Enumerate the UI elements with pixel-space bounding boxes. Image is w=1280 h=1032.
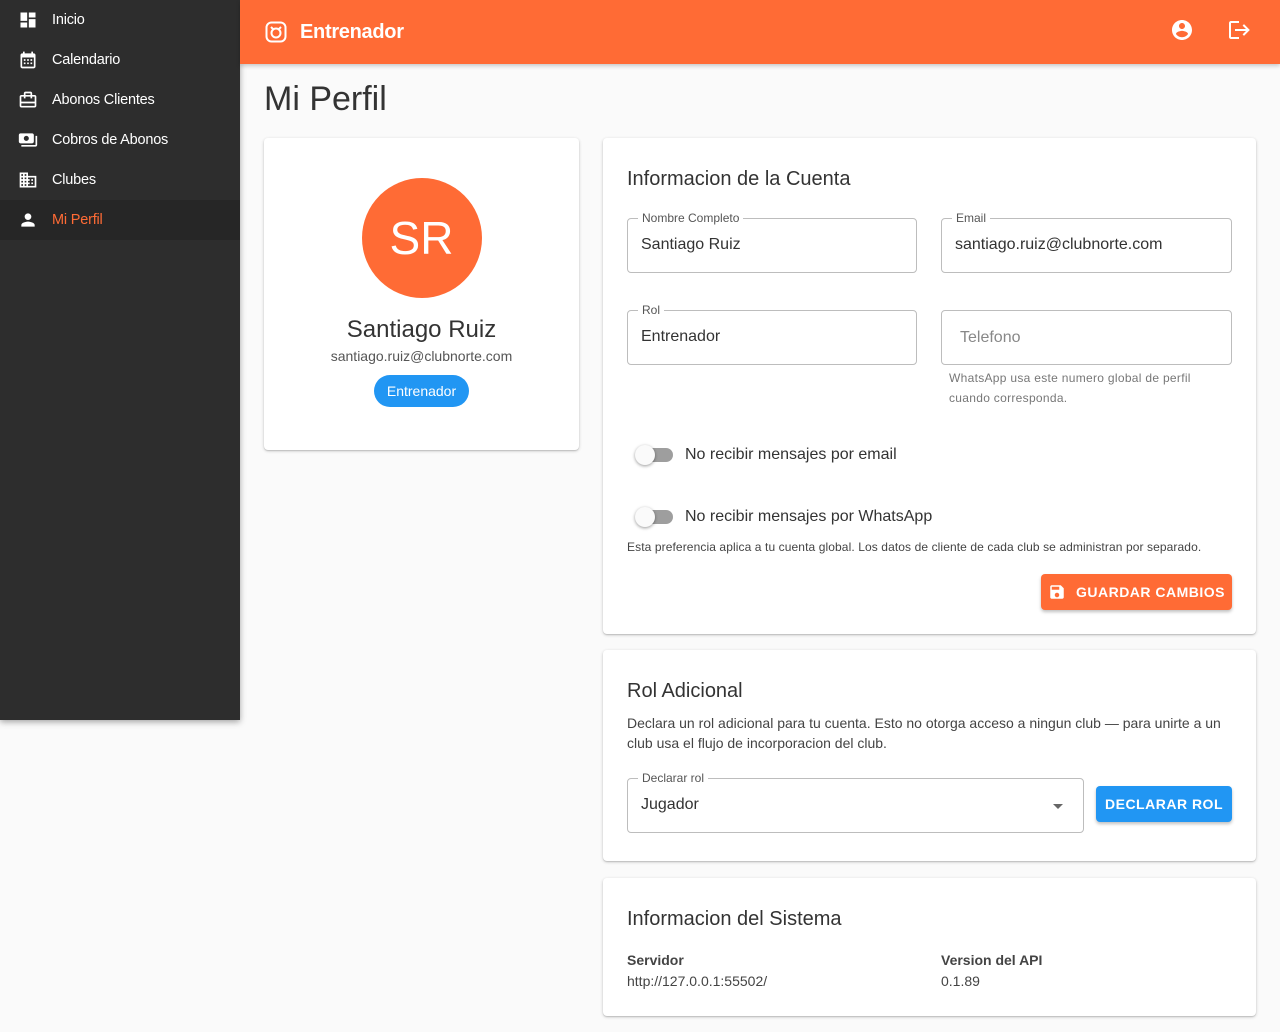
sidebar-item-label: Clubes — [52, 172, 96, 188]
sidebar-item-label: Mi Perfil — [52, 212, 103, 228]
declare-role-label: Declarar rol — [638, 771, 709, 785]
email-label: Email — [952, 211, 991, 225]
sidebar-item-cobros-abonos[interactable]: Cobros de Abonos — [0, 120, 240, 160]
app-bar: Entrenador — [240, 0, 1280, 64]
phone-placeholder: Telefono — [960, 329, 1021, 346]
logout-icon — [1226, 18, 1250, 47]
sidebar-item-label: Cobros de Abonos — [52, 132, 169, 148]
person-icon — [18, 210, 38, 230]
declare-role-button-label: DECLARAR ROL — [1105, 796, 1223, 812]
phone-helper-line: WhatsApp usa este numero global de perfi… — [949, 371, 1191, 385]
full-name-value: Santiago Ruiz — [641, 236, 741, 253]
save-changes-label: GUARDAR CAMBIOS — [1075, 584, 1226, 600]
email-field[interactable]: Email santiago.ruiz@clubnorte.com — [941, 211, 1232, 273]
profile-card: SR Santiago Ruiz santiago.ruiz@clubnorte… — [264, 138, 579, 450]
account-button[interactable] — [1162, 12, 1202, 52]
email-opt-out-switch[interactable] — [635, 445, 675, 465]
system-card-title: Informacion del Sistema — [627, 908, 842, 930]
whatsapp-opt-out-label: No recibir mensajes por WhatsApp — [685, 508, 933, 525]
payments-icon — [18, 130, 38, 150]
email-opt-out-toggle[interactable]: No recibir mensajes por email — [635, 445, 897, 465]
sidebar-item-inicio[interactable]: Inicio — [0, 0, 240, 40]
profile-name: Santiago Ruiz — [346, 316, 497, 343]
save-icon — [1050, 585, 1064, 599]
profile-email: santiago.ruiz@clubnorte.com — [330, 348, 513, 364]
sidebar-item-label: Calendario — [52, 52, 121, 68]
email-opt-out-label: No recibir mensajes por email — [685, 446, 897, 463]
sidebar-item-calendario[interactable]: Calendario — [0, 40, 240, 80]
calendar-icon — [18, 50, 38, 70]
role-label: Rol — [638, 303, 665, 317]
system-info-card: Informacion del Sistema Servidor http://… — [603, 878, 1256, 1016]
building-icon — [18, 170, 38, 190]
sidebar-item-label: Inicio — [52, 12, 85, 28]
sidebar-item-label: Abonos Clientes — [52, 92, 155, 108]
page-title: Mi Perfil — [264, 80, 387, 118]
api-version-value: 0.1.89 — [941, 973, 980, 989]
sidebar-item-abonos-clientes[interactable]: Abonos Clientes — [0, 80, 240, 120]
phone-field[interactable]: Telefono — [941, 310, 1232, 365]
save-changes-button[interactable]: GUARDAR CAMBIOS — [1041, 574, 1232, 610]
server-value: http://127.0.0.1:55502/ — [627, 973, 768, 989]
extra-role-description: Declara un rol adicional para tu cuenta.… — [627, 715, 1221, 751]
whatsapp-opt-out-switch[interactable] — [635, 507, 675, 527]
role-value: Entrenador — [641, 328, 721, 345]
email-value: santiago.ruiz@clubnorte.com — [955, 236, 1163, 253]
account-info-card: Informacion de la Cuenta Nombre Completo… — [603, 138, 1256, 634]
role-field: Rol Entrenador — [627, 303, 917, 365]
extra-role-card: Rol Adicional Declara un rol adicional p… — [603, 650, 1256, 861]
logout-button[interactable] — [1218, 12, 1258, 52]
whatsapp-opt-out-toggle[interactable]: No recibir mensajes por WhatsApp — [635, 507, 932, 527]
declare-role-button[interactable]: DECLARAR ROL — [1096, 786, 1232, 822]
phone-helper-text: WhatsApp usa este numero global de perfi… — [949, 368, 1191, 408]
chevron-down-icon — [1053, 804, 1063, 809]
full-name-label: Nombre Completo — [638, 211, 744, 225]
dashboard-icon — [18, 10, 38, 30]
sidebar-item-clubes[interactable]: Clubes — [0, 160, 240, 200]
app-title: Entrenador — [300, 20, 404, 43]
avatar: SR — [361, 178, 482, 298]
card-membership-icon — [18, 90, 38, 110]
full-name-field[interactable]: Nombre Completo Santiago Ruiz — [627, 211, 917, 273]
api-version-label: Version del API — [941, 952, 1043, 968]
account-card-title: Informacion de la Cuenta — [627, 168, 851, 190]
declare-role-value: Jugador — [641, 796, 699, 813]
phone-helper-line: cuando corresponda. — [949, 391, 1068, 405]
account-circle-icon — [1170, 18, 1194, 47]
server-label: Servidor — [627, 952, 684, 968]
extra-role-title: Rol Adicional — [627, 680, 743, 702]
declare-role-select[interactable]: Declarar rol Jugador — [627, 771, 1084, 833]
sidebar: Inicio Calendario Abonos Clientes Cobros… — [0, 0, 240, 720]
preference-note: Esta preferencia aplica a tu cuenta glob… — [627, 540, 1202, 554]
sidebar-item-mi-perfil[interactable]: Mi Perfil — [0, 200, 240, 240]
tennis-court-icon — [264, 20, 288, 44]
role-chip: Entrenador — [373, 375, 470, 407]
